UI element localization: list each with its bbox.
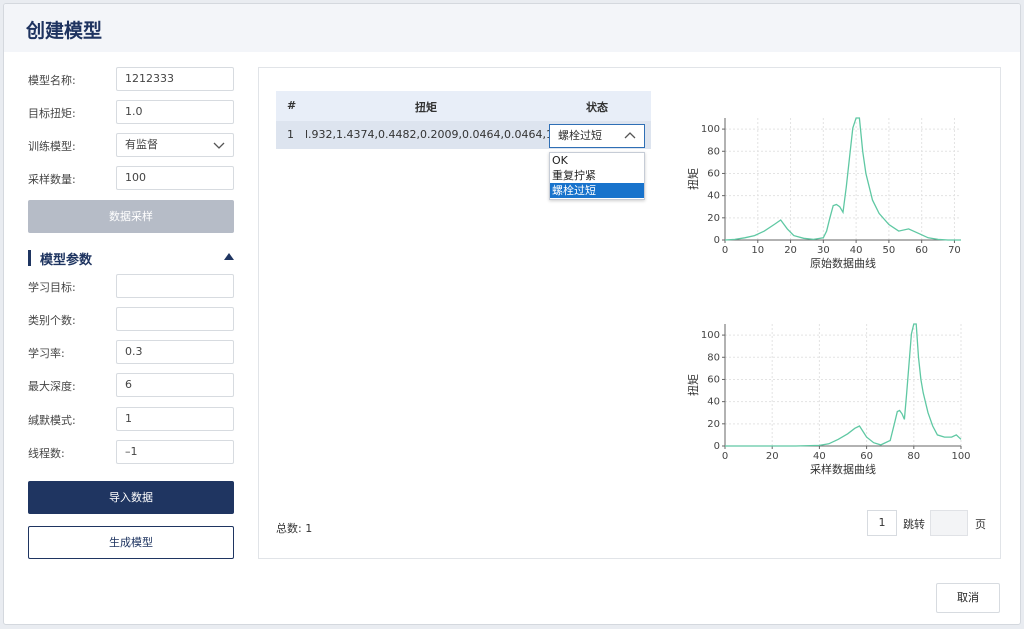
- learning-rate-input[interactable]: 0.3: [116, 340, 234, 364]
- chart-svg: 0 10 20 30 40 50 60 70 0 20 40 60 80 100 原始数据曲线 扭矩: [686, 117, 961, 270]
- status-select-value: 螺栓过短: [558, 129, 602, 142]
- jump-label: 跳转: [903, 518, 925, 531]
- x-tick-label: 100: [951, 451, 970, 462]
- model-name-row: 模型名称: 1212333: [28, 67, 236, 91]
- create-model-dialog: 创建模型 模型名称: 1212333 目标扭矩: 1.0 训练模型: 有监督 采…: [3, 3, 1021, 625]
- y-axis-label: 扭矩: [686, 374, 700, 396]
- x-tick-label: 0: [722, 245, 728, 256]
- threads-input[interactable]: –1: [116, 440, 234, 464]
- chevron-down-icon: [213, 142, 225, 149]
- learning-rate-row: 学习率: 0.3: [28, 340, 236, 364]
- target-torque-input[interactable]: 1.0: [116, 100, 234, 124]
- train-model-row: 训练模型: 有监督: [28, 133, 236, 157]
- page-unit-label: 页: [975, 518, 986, 531]
- current-page[interactable]: 1: [867, 510, 897, 536]
- model-name-input[interactable]: 1212333: [116, 67, 234, 91]
- y-tick-label: 40: [707, 397, 720, 408]
- dialog-title: 创建模型: [26, 20, 103, 42]
- learning-target-input[interactable]: [116, 274, 234, 298]
- x-tick-label: 30: [817, 245, 830, 256]
- y-tick-label: 0: [714, 441, 720, 452]
- col-torque-header: 扭矩: [415, 101, 437, 114]
- class-count-input[interactable]: [116, 307, 234, 331]
- x-tick-label: 0: [722, 451, 728, 462]
- class-count-label: 类别个数:: [28, 314, 76, 327]
- status-option-retighten[interactable]: 重复拧紧: [550, 168, 644, 183]
- x-tick-label: 70: [948, 245, 961, 256]
- class-count-row: 类别个数:: [28, 307, 236, 331]
- sample-count-input[interactable]: 100: [116, 166, 234, 190]
- raw-data-chart: 0 10 20 30 40 50 60 70 0 20 40 60 80 100 原始数据曲线 扭矩: [679, 108, 979, 288]
- y-tick-label: 80: [707, 146, 720, 157]
- x-tick-label: 20: [766, 451, 779, 462]
- sample-count-label: 采样数量:: [28, 173, 76, 186]
- max-depth-label: 最大深度:: [28, 380, 76, 393]
- model-params-title: 模型参数: [40, 253, 93, 268]
- y-tick-label: 100: [701, 330, 720, 341]
- x-tick-label: 40: [813, 451, 826, 462]
- y-tick-label: 20: [707, 213, 720, 224]
- sampled-data-chart: 0 20 40 60 80 100 0 20 40 60 80 100 采样数据曲线 扭矩: [679, 314, 979, 494]
- max-depth-input[interactable]: 6: [116, 373, 234, 397]
- x-axis-label: 采样数据曲线: [810, 462, 876, 476]
- main-panel: # 扭矩 状态 1 l.932,1.4374,0.4482,0.2009,0.0…: [258, 67, 1001, 559]
- max-depth-row: 最大深度: 6: [28, 373, 236, 397]
- jump-page-input[interactable]: [930, 510, 968, 536]
- x-tick-label: 20: [784, 245, 797, 256]
- model-params-header[interactable]: 模型参数: [28, 248, 236, 268]
- sample-count-row: 采样数量: 100: [28, 166, 236, 190]
- y-axis-label: 扭矩: [686, 168, 700, 190]
- import-data-button[interactable]: 导入数据: [28, 481, 234, 514]
- status-option-ok[interactable]: OK: [550, 153, 644, 168]
- status-option-short-bolt[interactable]: 螺栓过短: [550, 183, 644, 198]
- x-axis-label: 原始数据曲线: [810, 256, 876, 270]
- section-accent-bar: [28, 250, 31, 266]
- y-tick-label: 100: [701, 124, 720, 135]
- y-tick-label: 60: [707, 168, 720, 179]
- chevron-up-icon: [624, 132, 636, 139]
- y-tick-label: 60: [707, 374, 720, 385]
- silent-mode-label: 缄默模式:: [28, 414, 76, 427]
- y-tick-label: 80: [707, 352, 720, 363]
- target-torque-label: 目标扭矩:: [28, 107, 76, 120]
- row-torque: l.932,1.4374,0.4482,0.2009,0.0464,0.0464…: [305, 128, 549, 141]
- x-tick-label: 60: [860, 451, 873, 462]
- dialog-header: 创建模型: [4, 4, 1020, 52]
- train-model-select[interactable]: 有监督: [116, 133, 234, 157]
- x-tick-label: 80: [907, 451, 920, 462]
- series-line: [725, 323, 962, 447]
- series-line: [724, 117, 961, 241]
- status-select[interactable]: 螺栓过短: [549, 124, 645, 148]
- threads-row: 线程数: –1: [28, 440, 236, 464]
- x-tick-label: 40: [850, 245, 863, 256]
- y-tick-label: 20: [707, 419, 720, 430]
- model-name-label: 模型名称:: [28, 74, 76, 87]
- chart-svg: 0 20 40 60 80 100 0 20 40 60 80 100 采样数据曲线 扭矩: [686, 323, 971, 476]
- sample-data-button[interactable]: 数据采样: [28, 200, 234, 233]
- col-index-header: #: [287, 99, 297, 112]
- cancel-button[interactable]: 取消: [936, 583, 1000, 613]
- col-status-header: 状态: [586, 101, 608, 114]
- train-model-value: 有监督: [125, 138, 158, 151]
- generate-model-button[interactable]: 生成模型: [28, 526, 234, 559]
- threads-label: 线程数:: [28, 447, 65, 460]
- x-tick-label: 10: [751, 245, 764, 256]
- x-tick-label: 60: [915, 245, 928, 256]
- status-dropdown: OK 重复拧紧 螺栓过短: [549, 152, 645, 200]
- table-header: # 扭矩 状态: [276, 91, 651, 121]
- row-index: 1: [287, 128, 294, 141]
- y-tick-label: 0: [714, 235, 720, 246]
- caret-up-icon[interactable]: [224, 253, 234, 260]
- silent-mode-input[interactable]: 1: [116, 407, 234, 431]
- train-model-label: 训练模型:: [28, 140, 76, 153]
- total-count: 总数: 1: [276, 522, 313, 535]
- x-tick-label: 50: [883, 245, 896, 256]
- learning-rate-label: 学习率:: [28, 347, 65, 360]
- learning-target-label: 学习目标:: [28, 281, 76, 294]
- silent-mode-row: 缄默模式: 1: [28, 407, 236, 431]
- y-tick-label: 40: [707, 191, 720, 202]
- target-torque-row: 目标扭矩: 1.0: [28, 100, 236, 124]
- learning-target-row: 学习目标:: [28, 274, 236, 298]
